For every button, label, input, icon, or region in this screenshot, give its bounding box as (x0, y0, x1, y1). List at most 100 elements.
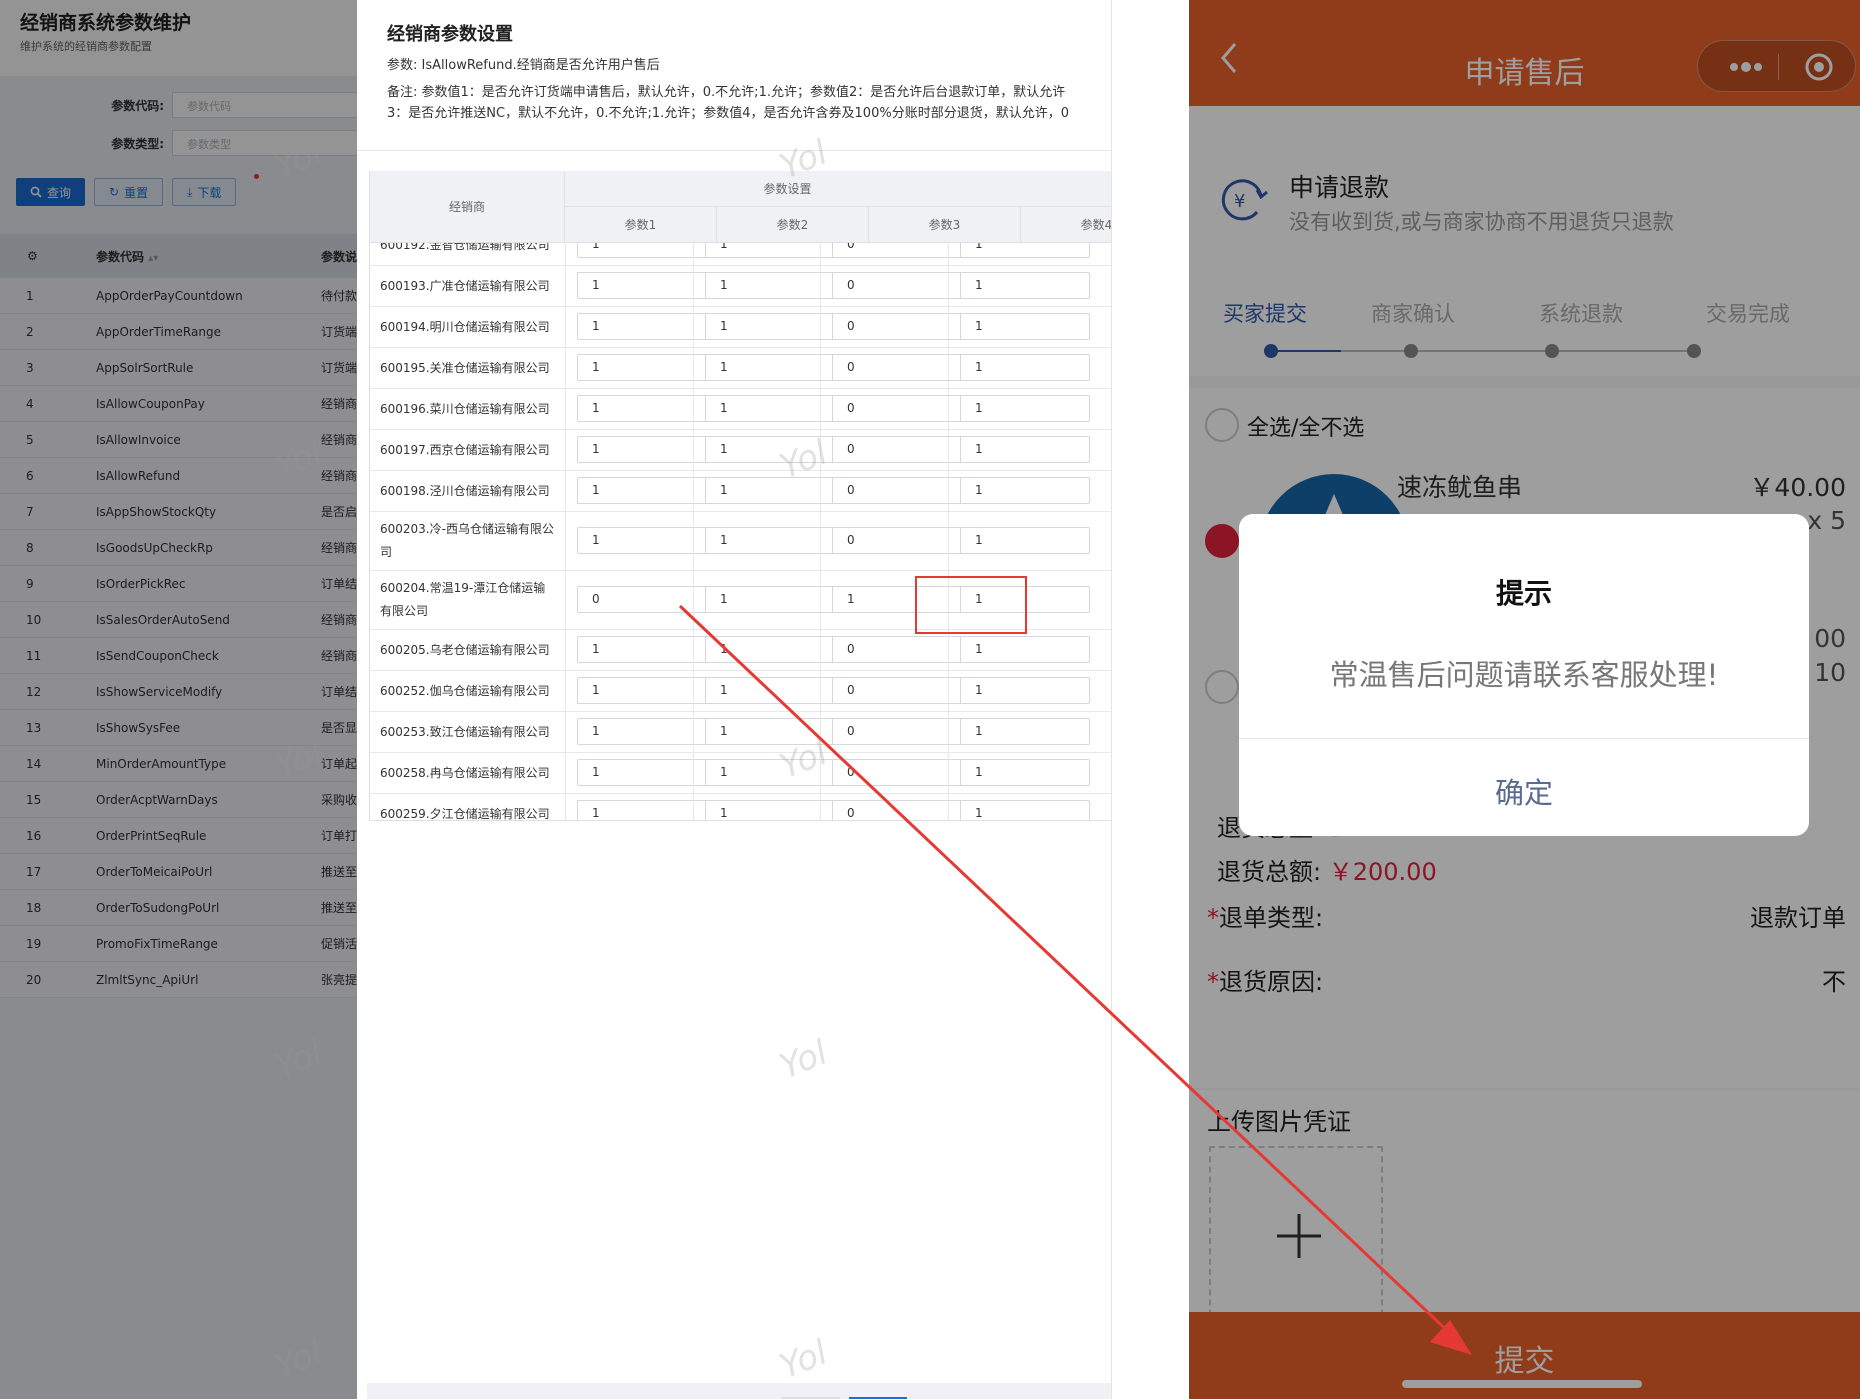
table-row[interactable]: 4 IsAllowCouponPay 经销商 (0, 386, 360, 422)
select-all-label[interactable]: 全选/全不选 (1247, 410, 1364, 442)
param3-input[interactable]: 0 (832, 243, 962, 258)
select-all-radio[interactable] (1205, 408, 1239, 442)
param-table-body[interactable]: 600192.金智仓储运输有限公司 1 1 0 1 600193.广准仓储运输有限公司 1 1… (370, 243, 1111, 820)
param4-input[interactable]: 1 (960, 354, 1090, 381)
table-row[interactable]: 18 OrderToSudongPoUrl 推送至 (0, 890, 360, 926)
param2-input[interactable]: 1 (705, 636, 835, 663)
param4-input[interactable]: 1 (960, 243, 1090, 258)
search-button[interactable]: 查询 (16, 178, 86, 206)
param1-input[interactable]: 1 (577, 436, 707, 463)
reason-value[interactable]: 不 (1822, 962, 1846, 997)
param3-input[interactable]: 0 (832, 527, 962, 554)
param2-input[interactable]: 1 (705, 395, 835, 422)
param2-input[interactable]: 1 (705, 677, 835, 704)
param2-input[interactable]: 1 (705, 759, 835, 786)
param2-input[interactable]: 1 (705, 354, 835, 381)
table-row[interactable]: 11 IsSendCouponCheck 经销商 (0, 638, 360, 674)
table-row[interactable]: 13 IsShowSysFee 是否显 (0, 710, 360, 746)
param1-input[interactable]: 1 (577, 243, 707, 258)
table-row[interactable]: 7 IsAppShowStockQty 是否启 (0, 494, 360, 530)
param2-input[interactable]: 1 (705, 313, 835, 340)
table-row[interactable]: 19 PromoFixTimeRange 促销活 (0, 926, 360, 962)
refund-type-card: ¥ 申请退款 没有收到货,或与商家协商不用退货只退款 买家提交 商家确认 系统退… (1189, 106, 1860, 376)
table-row[interactable]: 10 IsSalesOrderAutoSend 经销商 (0, 602, 360, 638)
param4-input[interactable]: 1 (960, 800, 1090, 820)
param3-input[interactable]: 0 (832, 477, 962, 504)
refund-type-value[interactable]: 退款订单 (1750, 898, 1846, 933)
param4-input[interactable]: 1 (960, 718, 1090, 745)
table-row[interactable]: 8 IsGoodsUpCheckRp 经销商 (0, 530, 360, 566)
param1-input[interactable]: 1 (577, 527, 707, 554)
param4-input[interactable]: 1 (960, 636, 1090, 663)
param1-input[interactable]: 1 (577, 272, 707, 299)
gear-icon[interactable]: ⚙ (27, 249, 38, 263)
param3-input[interactable]: 0 (832, 272, 962, 299)
reset-button[interactable]: ↻ 重置 (94, 178, 164, 206)
table-row[interactable]: 3 AppSolrSortRule 订货端 (0, 350, 360, 386)
param3-input[interactable]: 0 (832, 354, 962, 381)
param1-input[interactable]: 1 (577, 718, 707, 745)
param3-input[interactable]: 0 (832, 313, 962, 340)
param4-input[interactable]: 1 (960, 272, 1090, 299)
param4-input[interactable]: 1 (960, 677, 1090, 704)
param4-input[interactable]: 1 (960, 395, 1090, 422)
param3-input[interactable]: 0 (832, 636, 962, 663)
table-row[interactable]: 15 OrderAcptWarnDays 采购收 (0, 782, 360, 818)
table-row[interactable]: 12 IsShowServiceModify 订单结 (0, 674, 360, 710)
item-checkbox-2[interactable] (1205, 670, 1239, 704)
code-input[interactable]: 参数代码 (172, 92, 360, 118)
param4-input[interactable]: 1 (960, 759, 1090, 786)
param4-input[interactable]: 1 (960, 313, 1090, 340)
param2-header: 参数2 (717, 207, 869, 243)
param-line: 参数: IsAllowRefund.经销商是否允许用户售后 (387, 58, 660, 73)
param3-input[interactable]: 0 (832, 395, 962, 422)
param1-input[interactable]: 1 (577, 354, 707, 381)
param1-input[interactable]: 1 (577, 477, 707, 504)
upload-box[interactable] (1209, 1146, 1383, 1326)
sort-icon[interactable]: ▴▾ (148, 253, 158, 264)
param2-input[interactable]: 1 (705, 436, 835, 463)
param2-input[interactable]: 1 (705, 800, 835, 820)
item-checkbox-1[interactable] (1205, 524, 1239, 558)
type-select[interactable]: 参数类型 (172, 130, 360, 156)
param2-input[interactable]: 1 (705, 718, 835, 745)
table-row[interactable]: 6 IsAllowRefund 经销商 (0, 458, 360, 494)
param2-input[interactable]: 1 (705, 477, 835, 504)
param4-input[interactable]: 1 (960, 527, 1090, 554)
download-button[interactable]: ⤓ 下载 (172, 178, 237, 206)
table-row[interactable]: 5 IsAllowInvoice 经销商 (0, 422, 360, 458)
table-row[interactable]: 1 AppOrderPayCountdown 待付款 (0, 278, 360, 314)
param1-input[interactable]: 0 (577, 586, 707, 613)
more-icon[interactable] (1726, 57, 1766, 77)
col-desc-header: 参数说 (321, 249, 358, 264)
column-divider (565, 243, 566, 820)
param3-input[interactable]: 0 (832, 677, 962, 704)
param2-input[interactable]: 1 (705, 243, 835, 258)
table-row[interactable]: 16 OrderPrintSeqRule 订单打 (0, 818, 360, 854)
table-row[interactable]: 17 OrderToMeicaiPoUrl 推送至 (0, 854, 360, 890)
cell-code: AppOrderTimeRange (96, 324, 221, 339)
param2-input[interactable]: 1 (705, 586, 835, 613)
param4-input[interactable]: 1 (960, 477, 1090, 504)
close-miniprogram-icon[interactable] (1803, 51, 1835, 83)
param1-input[interactable]: 1 (577, 677, 707, 704)
param2-input[interactable]: 1 (705, 272, 835, 299)
param3-input[interactable]: 0 (832, 436, 962, 463)
param2-input[interactable]: 1 (705, 527, 835, 554)
param1-input[interactable]: 1 (577, 759, 707, 786)
param1-input[interactable]: 1 (577, 395, 707, 422)
param3-input[interactable]: 0 (832, 759, 962, 786)
param1-input[interactable]: 1 (577, 636, 707, 663)
param4-input[interactable]: 1 (960, 436, 1090, 463)
param1-input[interactable]: 1 (577, 800, 707, 820)
param3-input[interactable]: 0 (832, 800, 962, 820)
table-row[interactable]: 20 ZlmltSync_ApiUrl 张亮提 (0, 962, 360, 998)
dialog-ok-button[interactable]: 确定 (1239, 738, 1809, 836)
table-row[interactable]: 9 IsOrderPickRec 订单结 (0, 566, 360, 602)
param1-input[interactable]: 1 (577, 313, 707, 340)
table-row[interactable]: 14 MinOrderAmountType 订单起 (0, 746, 360, 782)
param3-input[interactable]: 0 (832, 718, 962, 745)
param1-header: 参数1 (565, 207, 717, 243)
col-code-header[interactable]: 参数代码 (96, 250, 144, 264)
table-row[interactable]: 2 AppOrderTimeRange 订货端 (0, 314, 360, 350)
